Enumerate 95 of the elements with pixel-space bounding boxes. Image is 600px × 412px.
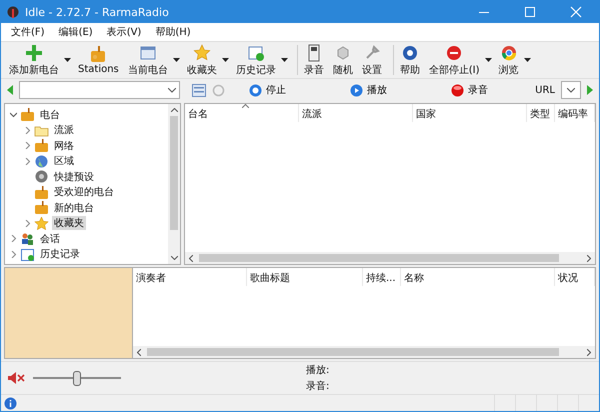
column-header[interactable]: 持续...: [363, 268, 401, 286]
toolbar-button[interactable]: 播放: [350, 83, 387, 97]
scroll-right-icon: [587, 254, 591, 262]
tree-item[interactable]: 收藏夹: [52, 216, 86, 230]
tree-item[interactable]: 新的电台: [52, 200, 96, 215]
toolbar-button[interactable]: 全部停止(I): [426, 44, 492, 76]
url-label: URL: [535, 84, 555, 96]
star-icon: [34, 216, 49, 231]
scroll-left-icon: [137, 348, 141, 356]
caret-icon: [168, 88, 176, 92]
toolbar-button[interactable]: 当前电台: [126, 44, 180, 76]
tree-item[interactable]: 快捷预设: [52, 170, 96, 184]
back-arrow-icon[interactable]: [7, 85, 13, 95]
toolbar-button[interactable]: 帮助: [398, 44, 422, 76]
scroll-thumb[interactable]: [199, 254, 559, 262]
record-icon: [451, 84, 464, 96]
toolbar-button[interactable]: 随机: [330, 44, 355, 76]
scroll-thumb[interactable]: [147, 348, 559, 356]
radio-icon: [34, 184, 49, 200]
image-icon: [246, 44, 265, 62]
window-title: Idle - 2.72.7 - RarmaRadio: [25, 6, 170, 18]
expand-toggle-icon[interactable]: [24, 126, 31, 134]
globe-icon: [34, 154, 49, 169]
toolbar-button[interactable]: 停止: [249, 83, 286, 97]
image-icon: [20, 246, 35, 262]
toolbar-button[interactable]: 浏览: [496, 44, 531, 76]
scroll-down-icon: [170, 256, 178, 260]
scroll-up-icon: [170, 108, 178, 112]
dropdown-arrow-icon[interactable]: [280, 58, 288, 62]
menu-item[interactable]: 文件(F): [11, 25, 45, 39]
dropdown-arrow-icon[interactable]: [484, 58, 492, 62]
browser-icon: [500, 44, 518, 62]
go-arrow-icon[interactable]: [587, 85, 593, 95]
column-header[interactable]: 歌曲标题: [247, 268, 363, 286]
toolbar-button[interactable]: Stations: [76, 45, 121, 75]
url-dropdown[interactable]: [561, 81, 581, 99]
muted-speaker-icon[interactable]: [7, 371, 25, 385]
scroll-thumb[interactable]: [170, 116, 178, 230]
expand-toggle-icon[interactable]: [24, 142, 31, 150]
dropdown-arrow-icon[interactable]: [524, 58, 531, 62]
dropdown-arrow-icon[interactable]: [172, 58, 180, 62]
toolbar-button[interactable]: 添加新电台: [7, 44, 71, 76]
expand-toggle-icon[interactable]: [10, 235, 17, 242]
scrollbar[interactable]: [185, 252, 595, 264]
record-label: 录音:: [306, 380, 330, 393]
toolbar-button[interactable]: 录音: [451, 83, 488, 97]
caret-icon: [567, 88, 575, 92]
grid-icon[interactable]: [192, 84, 206, 96]
scroll-left-icon: [189, 254, 193, 262]
star-icon: [192, 44, 211, 62]
toolbar-button[interactable]: 收藏夹: [184, 44, 229, 76]
expand-toggle-icon[interactable]: [10, 111, 17, 118]
disc-icon: [34, 169, 49, 184]
menu-item[interactable]: 表示(V): [106, 25, 142, 39]
radio-icon: [20, 107, 35, 122]
expand-toggle-icon[interactable]: [24, 220, 31, 227]
column-header[interactable]: 国家: [413, 104, 527, 122]
column-header[interactable]: 演奏者: [133, 268, 247, 286]
tree-item[interactable]: 流派: [52, 123, 76, 138]
radio-icon: [34, 138, 49, 154]
address-field[interactable]: [19, 81, 180, 99]
dropdown-arrow-icon[interactable]: [222, 58, 229, 62]
dropdown-arrow-icon[interactable]: [64, 58, 71, 62]
play-label: 播放:: [306, 364, 330, 377]
column-header[interactable]: 编码率: [555, 104, 595, 122]
expand-toggle-icon[interactable]: [24, 158, 31, 165]
column-header[interactable]: 台名: [185, 104, 299, 122]
radio-icon: [34, 200, 49, 216]
column-header[interactable]: 流派: [299, 104, 413, 122]
play-icon: [350, 84, 363, 96]
column-header[interactable]: 状况: [555, 268, 595, 286]
column-header[interactable]: 类型: [527, 104, 555, 122]
tree-item[interactable]: 受欢迎的电台: [52, 185, 116, 200]
radio-icon: [89, 45, 108, 63]
toolbar-button[interactable]: 设置: [360, 44, 384, 76]
scroll-right-icon: [587, 348, 591, 356]
window-icon: [138, 44, 157, 62]
toolbar-button[interactable]: 历史记录: [234, 44, 288, 76]
tree-item[interactable]: 历史记录: [38, 247, 82, 262]
menu-item[interactable]: 编辑(E): [58, 25, 93, 39]
scrollbar[interactable]: [168, 104, 180, 264]
people-icon: [20, 231, 35, 246]
toolbar-button[interactable]: 录音: [302, 44, 326, 76]
plus-icon: [25, 44, 43, 62]
tree-item[interactable]: 网络: [52, 138, 76, 153]
slider-thumb[interactable]: [73, 370, 81, 386]
app-icon: [7, 5, 19, 19]
menu-item[interactable]: 帮助(H): [155, 25, 191, 39]
tree-item[interactable]: 会话: [38, 232, 62, 246]
expand-toggle-icon[interactable]: [10, 250, 17, 258]
tree-item[interactable]: 电台: [38, 108, 62, 122]
scrollbar[interactable]: [133, 346, 595, 358]
column-header[interactable]: 名称: [401, 268, 555, 286]
tree-item[interactable]: 区域: [52, 154, 76, 168]
info-icon: [4, 396, 17, 410]
